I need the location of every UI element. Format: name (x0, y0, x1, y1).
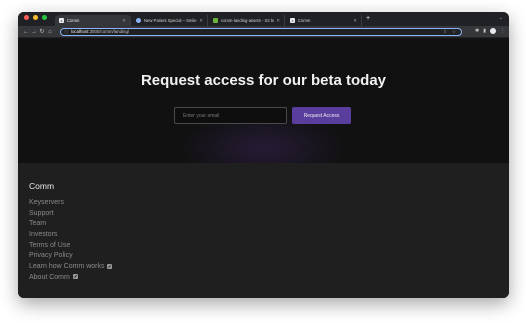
footer-link-label: Privacy Policy (29, 252, 73, 260)
url-path: :3000/comm/landing/ (88, 29, 130, 34)
tab-search-chevron-icon[interactable]: ⌄ (499, 15, 503, 21)
home-icon[interactable]: ⌂ (46, 29, 54, 35)
footer-link-about[interactable]: About Comm (29, 273, 112, 284)
maximize-window-icon[interactable] (42, 15, 47, 20)
email-input[interactable] (174, 107, 287, 124)
tab-strip: c Comm ✕ New Patient Special – Smile L..… (18, 12, 509, 26)
external-link-icon (72, 274, 78, 280)
site-info-icon[interactable]: ⓘ (64, 29, 68, 35)
tab-title: Comm (298, 18, 311, 23)
footer-link-support[interactable]: Support (29, 209, 112, 220)
hero-section: Request access for our beta today Reques… (18, 39, 509, 163)
browser-tab[interactable]: c Comm ✕ (55, 15, 131, 26)
hero-title: Request access for our beta today (140, 72, 387, 89)
browser-tab[interactable]: c Comm ✕ (286, 15, 362, 26)
extensions-puzzle-icon[interactable]: ✱ (475, 28, 479, 34)
browser-tab[interactable]: comm-landing-assets - S3 bu... ✕ (209, 15, 285, 26)
address-bar[interactable]: ⓘ localhost:3000/comm/landing/ ⇪ ☆ (60, 27, 462, 36)
external-link-icon (107, 263, 113, 269)
site-footer: Comm Keyservers Support Team Investors T… (18, 163, 509, 298)
reload-icon[interactable]: ↻ (38, 28, 46, 35)
browser-window: c Comm ✕ New Patient Special – Smile L..… (18, 12, 509, 298)
toolbar-actions: ✱ ▮ ⋮ (475, 28, 505, 34)
footer-link-label: Terms of Use (29, 241, 71, 249)
request-access-button[interactable]: Request Access (292, 107, 351, 124)
footer-link-team[interactable]: Team (29, 219, 112, 230)
footer-link-label: Support (29, 209, 54, 217)
footer-link-learn[interactable]: Learn how Comm works (29, 262, 113, 273)
footer-link-privacy[interactable]: Privacy Policy (29, 251, 112, 262)
footer-brand: Comm (29, 181, 55, 191)
s3-bucket-favicon-icon (213, 18, 218, 23)
browser-toolbar: ← → ↻ ⌂ ⓘ localhost:3000/comm/landing/ ⇪… (18, 26, 509, 38)
bookmark-star-icon[interactable]: ⇪ ☆ (443, 29, 458, 35)
browser-tab[interactable]: New Patient Special – Smile L... ✕ (132, 15, 208, 26)
footer-link-label: Keyservers (29, 199, 65, 206)
footer-link-terms[interactable]: Terms of Use (29, 241, 112, 252)
tab-title: Comm (67, 18, 80, 23)
tab-title: comm-landing-assets - S3 bu... (221, 18, 275, 23)
menu-kebab-icon[interactable]: ⋮ (500, 28, 505, 34)
profile-avatar[interactable] (490, 28, 496, 34)
sidebar-icon[interactable]: ▮ (483, 28, 486, 34)
close-tab-icon[interactable]: ✕ (122, 18, 126, 24)
back-arrow-icon[interactable]: ← (22, 29, 30, 35)
new-tab-icon[interactable]: + (363, 13, 374, 26)
comm-favicon-icon: c (290, 18, 295, 23)
footer-links: Keyservers Support Team Investors Terms … (29, 198, 113, 284)
minimize-window-icon[interactable] (33, 15, 38, 20)
url-host: localhost (71, 29, 89, 34)
forward-arrow-icon[interactable]: → (30, 29, 38, 35)
close-tab-icon[interactable]: ✕ (199, 18, 203, 24)
close-window-icon[interactable] (24, 15, 29, 20)
footer-link-label: Learn how Comm works (29, 263, 105, 271)
window-controls (18, 12, 55, 26)
footer-link-label: Investors (29, 231, 58, 239)
close-tab-icon[interactable]: ✕ (276, 18, 280, 24)
footer-link-label: About Comm (29, 273, 70, 281)
footer-link-label: Team (29, 220, 47, 228)
tab-title: New Patient Special – Smile L... (144, 18, 197, 23)
footer-link-investors[interactable]: Investors (29, 230, 112, 241)
globe-favicon-icon (136, 18, 141, 23)
footer-link-keyservers[interactable]: Keyservers (29, 198, 112, 209)
close-tab-icon[interactable]: ✕ (353, 18, 357, 24)
comm-favicon-icon: c (59, 18, 64, 23)
